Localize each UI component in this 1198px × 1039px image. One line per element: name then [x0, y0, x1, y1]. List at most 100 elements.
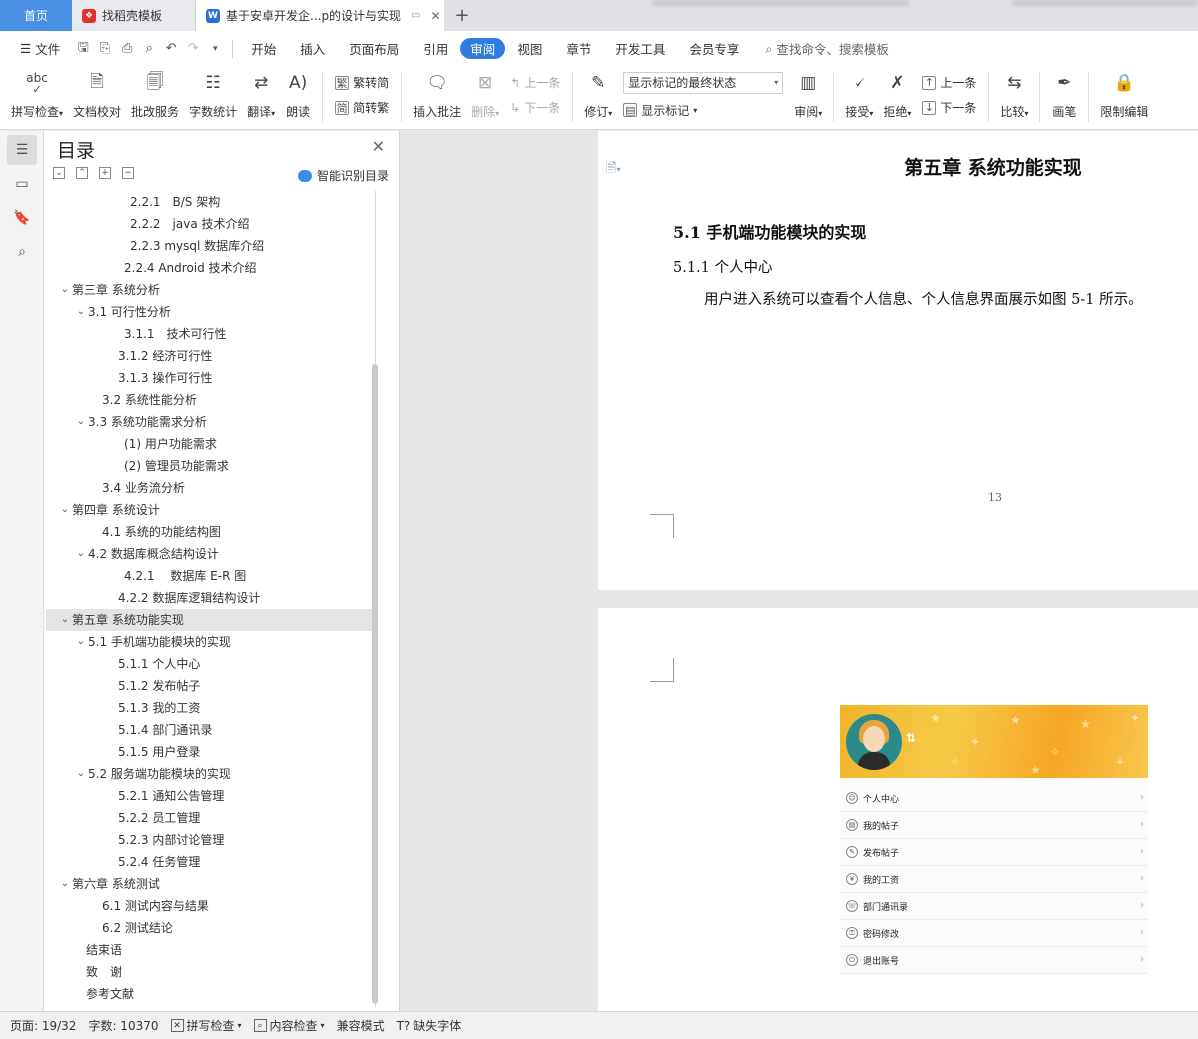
next-change-button[interactable]: ↓ 下一条	[922, 99, 976, 116]
toc-item[interactable]: 结束语	[46, 939, 375, 961]
toc-item[interactable]: ⌄ 第六章 系统测试	[46, 873, 375, 895]
toc-item[interactable]: 2.2.4 Android 技术介绍	[46, 257, 375, 279]
show-markup-button[interactable]: ▤ 显示标记 ▾	[623, 102, 783, 119]
toc-item[interactable]: (2) 管理员功能需求	[46, 455, 375, 477]
window-icon[interactable]: ▭	[411, 10, 420, 21]
prev-comment-button[interactable]: ↰ 上一条	[510, 74, 560, 91]
toc-item[interactable]: 3.1.1 技术可行性	[46, 323, 375, 345]
undo-icon[interactable]: ↶	[160, 38, 182, 60]
chevron-down-icon[interactable]: ⌄	[58, 499, 72, 521]
toc-item[interactable]: 5.1.3 我的工资	[46, 697, 375, 719]
figure-phone-screenshot[interactable]: ★ ✦ ★ ✧ ★ ✦ ✧ ★ ✦ ⇅ ☺ 个人中心 › ▤ 我的帖子 › ✎ 发布帖子 › ¥ 我…	[840, 705, 1148, 1011]
missing-font-button[interactable]: T? 缺失字体	[397, 1017, 474, 1034]
word-count-indicator[interactable]: 字数: 10370	[88, 1017, 170, 1034]
review-pane-button[interactable]: ▥ 审阅▾	[789, 66, 827, 124]
tab-home[interactable]: 首页	[0, 0, 72, 31]
toc-item[interactable]: ⌄ 3.1 可行性分析	[46, 301, 375, 323]
toc-item[interactable]: ⌄ 5.1 手机端功能模块的实现	[46, 631, 375, 653]
delete-comment-button[interactable]: ⊠ 删除▾	[466, 66, 504, 124]
toc-item[interactable]: 4.2.1 数据库 E-R 图	[46, 565, 375, 587]
compare-button[interactable]: ⇆ 比较▾	[995, 66, 1033, 124]
close-icon[interactable]: ✕	[372, 137, 385, 156]
reject-button[interactable]: ✗ 拒绝▾	[878, 66, 916, 124]
chevron-down-icon[interactable]: ⌄	[74, 763, 88, 785]
chevron-down-icon[interactable]: ⌄	[58, 279, 72, 301]
toc-item[interactable]: ⌄ 5.2 服务端功能模块的实现	[46, 763, 375, 785]
chapter-nav-icon[interactable]: ▭	[7, 169, 37, 199]
read-aloud-button[interactable]: A) 朗读	[280, 66, 316, 124]
expand-all-icon[interactable]: +	[99, 167, 111, 179]
menu-review[interactable]: 审阅	[460, 38, 506, 59]
toc-item[interactable]: 4.1 系统的功能结构图	[46, 521, 375, 543]
translate-button[interactable]: ⇄ 翻译▾	[242, 66, 280, 124]
toc-item[interactable]: 5.2.1 通知公告管理	[46, 785, 375, 807]
command-search[interactable]: ⌕ 查找命令、搜索模板	[765, 39, 889, 58]
chevron-down-icon[interactable]: ⌄	[58, 873, 72, 895]
spellcheck-button[interactable]: abc ✓ 拼写检查▾	[6, 66, 68, 124]
file-menu[interactable]: ☰ 文件	[8, 38, 72, 60]
chevron-down-icon[interactable]: ⌄	[58, 609, 72, 631]
close-tab-icon[interactable]: ✕	[431, 9, 441, 23]
tab-template[interactable]: ❖ 找稻壳模板	[72, 0, 196, 31]
content-check-status[interactable]: ⌕ 内容检查 ▾	[253, 1017, 337, 1034]
print-icon[interactable]: ⎙	[116, 38, 138, 60]
chevron-down-icon[interactable]: ⌄	[74, 631, 88, 653]
toc-item[interactable]: 5.1.5 用户登录	[46, 741, 375, 763]
insert-comment-button[interactable]: 🗨 插入批注	[408, 66, 466, 124]
toc-item[interactable]: 4.2.2 数据库逻辑结构设计	[46, 587, 375, 609]
tab-document[interactable]: W 基于安卓开发企...p的设计与实现 ▭ ✕	[196, 0, 444, 31]
toc-item[interactable]: ⌄ 3.3 系统功能需求分析	[46, 411, 375, 433]
restrict-edit-button[interactable]: 🔒 限制编辑	[1095, 66, 1153, 124]
smart-toc-button[interactable]: 智能识别目录	[297, 167, 389, 184]
accept-button[interactable]: 🗸 接受▾	[840, 66, 878, 124]
export-icon[interactable]: ⎘	[94, 38, 116, 60]
toc-item[interactable]: 2.2.3 mysql 数据库介绍	[46, 235, 375, 257]
chevron-down-icon[interactable]: ⌄	[74, 301, 88, 323]
document-page[interactable]: 🗎▾ 第五章 系统功能实现 5.1 手机端功能模块的实现 5.1.1 个人中心 …	[598, 131, 1198, 590]
chevron-down-icon[interactable]: ⌄	[74, 411, 88, 433]
toc-item[interactable]: 3.1.3 操作可行性	[46, 367, 375, 389]
toc-item[interactable]: ⌄ 4.2 数据库概念结构设计	[46, 543, 375, 565]
document-area[interactable]: 🗎▾ 第五章 系统功能实现 5.1 手机端功能模块的实现 5.1.1 个人中心 …	[400, 131, 1198, 1011]
prev-change-button[interactable]: ↑ 上一条	[922, 74, 976, 91]
document-page[interactable]: ★ ✦ ★ ✧ ★ ✦ ✧ ★ ✦ ⇅ ☺ 个人中心 › ▤ 我的帖子 › ✎ 发布帖子 › ¥ 我…	[598, 608, 1198, 1011]
toc-item[interactable]: 5.1.4 部门通讯录	[46, 719, 375, 741]
menu-view[interactable]: 视图	[505, 38, 554, 60]
toc-scrollbar[interactable]	[372, 364, 378, 1004]
search-icon[interactable]: ⌕	[7, 237, 37, 267]
toc-item[interactable]: 2.2.1 B/S 架构	[46, 191, 375, 213]
menu-developer[interactable]: 开发工具	[603, 38, 677, 60]
menu-layout[interactable]: 页面布局	[337, 38, 411, 60]
menu-insert[interactable]: 插入	[288, 38, 337, 60]
chevron-down-icon[interactable]: ⌄	[74, 543, 88, 565]
new-tab-button[interactable]: +	[444, 0, 480, 31]
toc-item[interactable]: 5.1.1 个人中心	[46, 653, 375, 675]
word-count-button[interactable]: ☷ 字数统计	[184, 66, 242, 124]
doc-proof-button[interactable]: 🗎 文档校对	[68, 66, 126, 124]
simp-to-trad-button[interactable]: 简简转繁	[335, 99, 389, 116]
toc-item[interactable]: 2.2.2 java 技术介绍	[46, 213, 375, 235]
toc-item[interactable]: 3.2 系统性能分析	[46, 389, 375, 411]
collapse-level-icon[interactable]: ⌃	[76, 167, 88, 179]
next-comment-button[interactable]: ↳ 下一条	[510, 99, 560, 116]
collapse-all-icon[interactable]: −	[122, 167, 134, 179]
toc-item[interactable]: ⌄ 第四章 系统设计	[46, 499, 375, 521]
bookmark-icon[interactable]: 🔖	[7, 203, 37, 233]
redo-icon[interactable]: ↷	[182, 38, 204, 60]
page-indicator[interactable]: 页面: 19/32	[10, 1017, 88, 1034]
spellcheck-status[interactable]: ✕ 拼写检查 ▾	[170, 1017, 254, 1034]
toc-item[interactable]: 5.2.2 员工管理	[46, 807, 375, 829]
preview-icon[interactable]: ⌕	[138, 38, 160, 60]
toc-item[interactable]: ⌄ 第三章 系统分析	[46, 279, 375, 301]
menu-section[interactable]: 章节	[554, 38, 603, 60]
toc-item[interactable]: ⌄ 第五章 系统功能实现	[46, 609, 375, 631]
toc-item[interactable]: 6.1 测试内容与结果	[46, 895, 375, 917]
toc-item[interactable]: 6.2 测试结论	[46, 917, 375, 939]
markup-state-select[interactable]: 显示标记的最终状态 ▾	[623, 71, 784, 94]
save-icon[interactable]: 🖫	[72, 38, 94, 60]
review-service-button[interactable]: 🗐 批改服务	[126, 66, 184, 124]
track-changes-button[interactable]: ✎ 修订▾	[579, 66, 617, 124]
menu-member[interactable]: 会员专享	[677, 38, 751, 60]
customize-icon[interactable]: ▾	[204, 38, 226, 60]
pen-button[interactable]: ✒ 画笔	[1046, 66, 1082, 124]
